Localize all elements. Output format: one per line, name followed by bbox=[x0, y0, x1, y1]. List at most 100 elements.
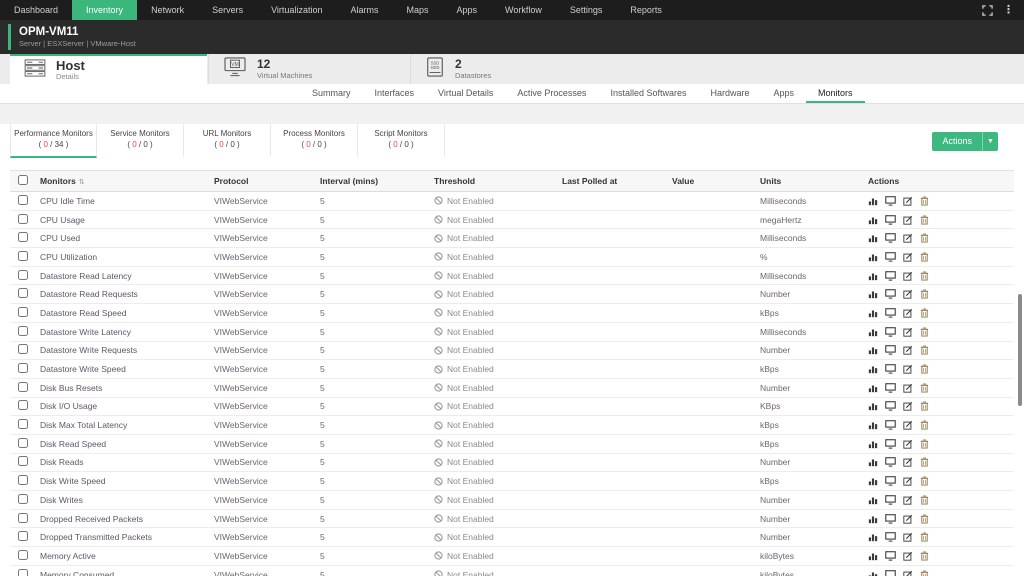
monitor-name[interactable]: Datastore Read Latency bbox=[38, 271, 212, 281]
edit-icon[interactable] bbox=[903, 364, 913, 374]
monitor-icon[interactable] bbox=[885, 308, 896, 318]
delete-icon[interactable] bbox=[920, 271, 929, 281]
row-checkbox[interactable] bbox=[18, 270, 28, 280]
sort-icon[interactable]: ⇅ bbox=[79, 179, 85, 186]
delete-icon[interactable] bbox=[920, 514, 929, 524]
chart-icon[interactable] bbox=[868, 383, 878, 393]
edit-icon[interactable] bbox=[903, 495, 913, 505]
monitor-icon[interactable] bbox=[885, 383, 896, 393]
monitor-name[interactable]: CPU Usage bbox=[38, 215, 212, 225]
tab-installed-softwares[interactable]: Installed Softwares bbox=[598, 84, 698, 103]
monitor-name[interactable]: Disk Read Speed bbox=[38, 439, 212, 449]
column-monitors[interactable]: Monitors⇅ bbox=[38, 176, 212, 186]
edit-icon[interactable] bbox=[903, 420, 913, 430]
monitor-name[interactable]: Datastore Write Requests bbox=[38, 345, 212, 355]
delete-icon[interactable] bbox=[920, 420, 929, 430]
nav-item-servers[interactable]: Servers bbox=[198, 0, 257, 20]
nav-item-network[interactable]: Network bbox=[137, 0, 198, 20]
edit-icon[interactable] bbox=[903, 476, 913, 486]
monitor-icon[interactable] bbox=[885, 532, 896, 542]
row-checkbox[interactable] bbox=[18, 326, 28, 336]
chart-icon[interactable] bbox=[868, 308, 878, 318]
chart-icon[interactable] bbox=[868, 345, 878, 355]
monitor-icon[interactable] bbox=[885, 364, 896, 374]
chart-icon[interactable] bbox=[868, 233, 878, 243]
monitor-name[interactable]: Dropped Transmitted Packets bbox=[38, 532, 212, 542]
nav-item-dashboard[interactable]: Dashboard bbox=[0, 0, 72, 20]
monitor-icon[interactable] bbox=[885, 439, 896, 449]
vertical-scrollbar[interactable] bbox=[1018, 294, 1022, 406]
tab-active-processes[interactable]: Active Processes bbox=[505, 84, 598, 103]
monitor-icon[interactable] bbox=[885, 514, 896, 524]
row-checkbox[interactable] bbox=[18, 400, 28, 410]
monitor-icon[interactable] bbox=[885, 196, 896, 206]
monitor-icon[interactable] bbox=[885, 401, 896, 411]
monitor-name[interactable]: CPU Idle Time bbox=[38, 196, 212, 206]
chart-icon[interactable] bbox=[868, 215, 878, 225]
delete-icon[interactable] bbox=[920, 289, 929, 299]
edit-icon[interactable] bbox=[903, 252, 913, 262]
monitor-tab-script-monitors[interactable]: Script Monitors( 0 / 0 ) bbox=[358, 124, 445, 158]
delete-icon[interactable] bbox=[920, 570, 929, 576]
edit-icon[interactable] bbox=[903, 383, 913, 393]
chart-icon[interactable] bbox=[868, 532, 878, 542]
row-checkbox[interactable] bbox=[18, 363, 28, 373]
chevron-down-icon[interactable]: ▼ bbox=[982, 132, 998, 151]
monitor-name[interactable]: CPU Used bbox=[38, 233, 212, 243]
delete-icon[interactable] bbox=[920, 439, 929, 449]
tab-virtual-details[interactable]: Virtual Details bbox=[426, 84, 505, 103]
row-checkbox[interactable] bbox=[18, 195, 28, 205]
monitor-icon[interactable] bbox=[885, 252, 896, 262]
delete-icon[interactable] bbox=[920, 476, 929, 486]
delete-icon[interactable] bbox=[920, 383, 929, 393]
tab-hardware[interactable]: Hardware bbox=[698, 84, 761, 103]
chart-icon[interactable] bbox=[868, 439, 878, 449]
monitor-tab-performance-monitors[interactable]: Performance Monitors( 0 / 34 ) bbox=[10, 124, 97, 158]
nav-item-alarms[interactable]: Alarms bbox=[336, 0, 392, 20]
monitor-tab-service-monitors[interactable]: Service Monitors( 0 / 0 ) bbox=[97, 124, 184, 158]
monitor-icon[interactable] bbox=[885, 570, 896, 576]
nav-item-reports[interactable]: Reports bbox=[616, 0, 676, 20]
monitor-tab-process-monitors[interactable]: Process Monitors( 0 / 0 ) bbox=[271, 124, 358, 158]
monitor-name[interactable]: Datastore Write Speed bbox=[38, 364, 212, 374]
delete-icon[interactable] bbox=[920, 532, 929, 542]
edit-icon[interactable] bbox=[903, 439, 913, 449]
chart-icon[interactable] bbox=[868, 570, 878, 576]
row-checkbox[interactable] bbox=[18, 475, 28, 485]
delete-icon[interactable] bbox=[920, 457, 929, 467]
edit-icon[interactable] bbox=[903, 327, 913, 337]
monitor-icon[interactable] bbox=[885, 215, 896, 225]
edit-icon[interactable] bbox=[903, 401, 913, 411]
row-checkbox[interactable] bbox=[18, 344, 28, 354]
monitor-icon[interactable] bbox=[885, 327, 896, 337]
row-checkbox[interactable] bbox=[18, 307, 28, 317]
edit-icon[interactable] bbox=[903, 233, 913, 243]
chart-icon[interactable] bbox=[868, 495, 878, 505]
monitor-name[interactable]: Datastore Read Speed bbox=[38, 308, 212, 318]
edit-icon[interactable] bbox=[903, 514, 913, 524]
chart-icon[interactable] bbox=[868, 551, 878, 561]
monitor-name[interactable]: Dropped Received Packets bbox=[38, 514, 212, 524]
row-checkbox[interactable] bbox=[18, 531, 28, 541]
monitor-icon[interactable] bbox=[885, 271, 896, 281]
delete-icon[interactable] bbox=[920, 401, 929, 411]
edit-icon[interactable] bbox=[903, 215, 913, 225]
kebab-menu-icon[interactable]: ⋮ bbox=[1003, 5, 1014, 16]
monitor-name[interactable]: Disk Max Total Latency bbox=[38, 420, 212, 430]
monitor-icon[interactable] bbox=[885, 457, 896, 467]
delete-icon[interactable] bbox=[920, 196, 929, 206]
monitor-icon[interactable] bbox=[885, 495, 896, 505]
edit-icon[interactable] bbox=[903, 289, 913, 299]
actions-button[interactable]: Actions ▼ bbox=[932, 132, 998, 151]
delete-icon[interactable] bbox=[920, 551, 929, 561]
row-checkbox[interactable] bbox=[18, 251, 28, 261]
chart-icon[interactable] bbox=[868, 196, 878, 206]
monitor-icon[interactable] bbox=[885, 233, 896, 243]
chart-icon[interactable] bbox=[868, 476, 878, 486]
edit-icon[interactable] bbox=[903, 532, 913, 542]
edit-icon[interactable] bbox=[903, 271, 913, 281]
select-all-checkbox[interactable] bbox=[18, 175, 28, 185]
delete-icon[interactable] bbox=[920, 215, 929, 225]
host-card[interactable]: Host Details bbox=[10, 54, 207, 84]
tab-interfaces[interactable]: Interfaces bbox=[363, 84, 427, 103]
